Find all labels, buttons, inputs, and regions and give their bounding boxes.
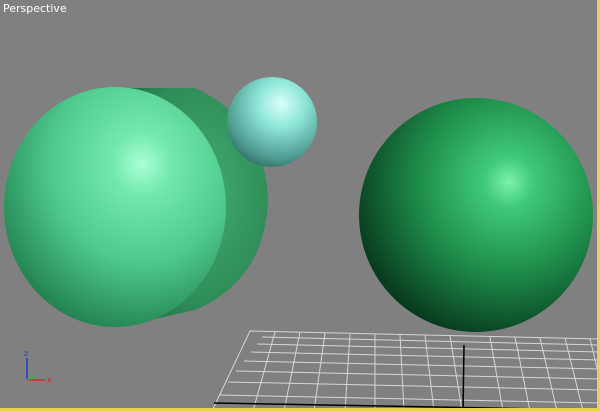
home-grid (211, 330, 600, 411)
perspective-viewport[interactable]: z y x Perspective (0, 0, 600, 411)
sphere-large-left[interactable] (4, 87, 226, 327)
axis-y-label: y (30, 371, 35, 380)
sphere-right[interactable] (359, 98, 593, 332)
axis-z-label: z (24, 349, 28, 358)
sphere-small[interactable] (227, 77, 317, 167)
axis-x-label: x (47, 375, 52, 384)
scene-canvas[interactable]: z y x (0, 0, 600, 411)
viewport-label[interactable]: Perspective (3, 2, 67, 15)
axis-tripod: z y x (24, 349, 52, 384)
